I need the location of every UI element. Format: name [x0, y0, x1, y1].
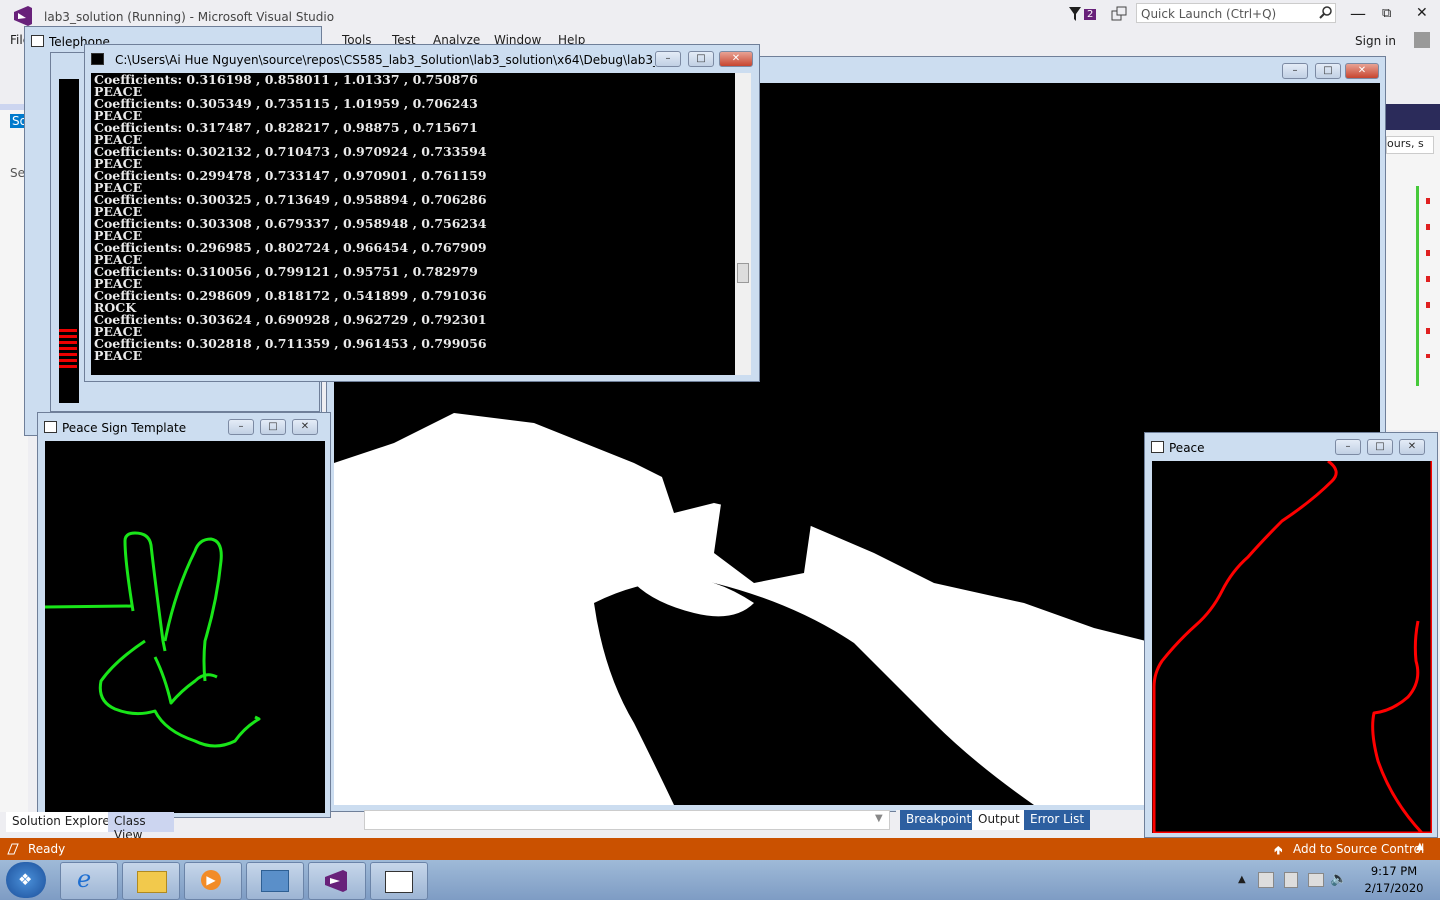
close-button[interactable]: ✕: [719, 51, 753, 67]
diagnostic-tools-panel: ours, s: [1380, 130, 1440, 430]
console-line: Coefficients: 0.303624 , 0.690928 , 0.96…: [94, 312, 487, 327]
console-line: Coefficients: 0.302818 , 0.711359 , 0.96…: [94, 336, 487, 351]
media-player-button[interactable]: ▶: [184, 862, 242, 900]
diagnostics-dropdown[interactable]: ours, s: [1386, 136, 1434, 154]
tab-breakpoints[interactable]: Breakpoints: [900, 810, 984, 830]
filter-icon[interactable]: [1068, 6, 1082, 22]
clock[interactable]: 9:17 PM 2/17/2020: [1356, 864, 1432, 898]
console-text: Coefficients: 0.316198 , 0.858011 , 1.01…: [94, 74, 734, 374]
control-panel-button[interactable]: [246, 862, 304, 900]
minimize-button[interactable]: –: [1335, 439, 1361, 455]
console-line: Coefficients: 0.302132 , 0.710473 , 0.97…: [94, 144, 487, 159]
maximize-button[interactable]: □: [1315, 63, 1341, 79]
maximize-button[interactable]: □: [1367, 439, 1393, 455]
visual-studio-icon: [325, 870, 347, 892]
window-icon: [385, 871, 413, 893]
peace-contour-image: [1152, 461, 1432, 833]
template-contour-image: [45, 441, 325, 813]
feedback-icon[interactable]: [1111, 6, 1127, 22]
minimize-button[interactable]: –: [655, 51, 681, 67]
internet-explorer-button[interactable]: e: [60, 862, 118, 900]
clock-time: 9:17 PM: [1370, 864, 1418, 878]
search-icon[interactable]: [1319, 6, 1333, 20]
visual-studio-taskbar-button[interactable]: [308, 862, 366, 900]
console-line: Coefficients: 0.305349 , 0.735115 , 1.01…: [94, 96, 478, 111]
window-icon: [44, 421, 57, 433]
console-line: Coefficients: 0.310056 , 0.799121 , 0.95…: [94, 264, 478, 279]
console-title: C:\Users\Ai Hue Nguyen\source\repos\CS58…: [115, 53, 655, 67]
sign-in-link[interactable]: Sign in: [1355, 34, 1396, 48]
tab-solution-explorer[interactable]: Solution Explorer: [6, 812, 121, 832]
file-explorer-button[interactable]: [122, 862, 180, 900]
peace-result-window: Peace – □ ✕: [1144, 432, 1438, 838]
window-icon: [31, 35, 44, 47]
minimize-button[interactable]: –: [228, 419, 254, 435]
scrollbar-thumb[interactable]: [737, 263, 749, 283]
add-to-source-control[interactable]: Add to Source Control: [1293, 842, 1424, 856]
network-icon[interactable]: [1308, 873, 1324, 887]
window-title: lab3_solution (Running) - Microsoft Visu…: [44, 10, 335, 24]
tab-output[interactable]: Output: [972, 810, 1026, 830]
console-line: PEACE: [94, 348, 143, 363]
console-icon: [91, 53, 104, 65]
close-button[interactable]: ✕: [1399, 439, 1425, 455]
clock-date: 2/17/2020: [1364, 881, 1424, 895]
close-button[interactable]: ✕: [1416, 5, 1428, 21]
ie-icon: e: [77, 865, 92, 893]
console-line: Coefficients: 0.296985 , 0.802724 , 0.96…: [94, 240, 487, 255]
play-icon: ▶: [201, 870, 221, 890]
folder-icon: [137, 871, 167, 893]
restore-button[interactable]: ⧉: [1382, 6, 1391, 21]
quick-launch-input[interactable]: Quick Launch (Ctrl+Q): [1136, 3, 1336, 23]
show-hidden-icons-icon[interactable]: ▲: [1238, 874, 1246, 885]
console-taskbar-button[interactable]: [370, 862, 428, 900]
power-icon[interactable]: [1284, 872, 1298, 888]
console-line: Coefficients: 0.299478 , 0.733147 , 0.97…: [94, 168, 487, 183]
editor-tab-strip: [1380, 104, 1440, 130]
cpu-graph: [1416, 186, 1419, 386]
close-button[interactable]: ✕: [1345, 63, 1379, 79]
console-line: Coefficients: 0.317487 , 0.828217 , 0.98…: [94, 120, 478, 135]
action-center-icon[interactable]: [1258, 872, 1274, 888]
console-line: Coefficients: 0.303308 , 0.679337 , 0.95…: [94, 216, 487, 231]
tab-class-view[interactable]: Class View: [108, 812, 174, 842]
peace-template-window: Peace Sign Template – □ ✕: [37, 412, 331, 818]
window-title: Peace Sign Template: [62, 421, 187, 435]
close-button[interactable]: ✕: [292, 419, 318, 435]
console-line: Coefficients: 0.300325 , 0.713649 , 0.95…: [94, 192, 487, 207]
output-tabs: Breakpoints Output Error List: [896, 810, 1144, 830]
console-line: Coefficients: 0.298609 , 0.818172 , 0.54…: [94, 288, 487, 303]
ready-icon: [7, 843, 19, 855]
status-text: Ready: [28, 842, 66, 856]
maximize-button[interactable]: □: [260, 419, 286, 435]
tab-error-list[interactable]: Error List: [1024, 810, 1091, 830]
caret-up-icon: ▲: [1416, 841, 1424, 852]
notification-badge[interactable]: 2: [1084, 9, 1097, 20]
start-button[interactable]: ❖: [6, 862, 46, 898]
console-line: Coefficients: 0.316198 , 0.858011 , 1.01…: [94, 74, 478, 87]
bottom-left-tabs: Solution Explorer Class View: [0, 812, 174, 842]
event-markers: [1426, 198, 1430, 358]
minimize-button[interactable]: —: [1350, 4, 1366, 23]
window-icon: [1151, 441, 1164, 453]
arrow-up-icon: 🢁: [1274, 843, 1283, 857]
avatar[interactable]: [1414, 32, 1430, 48]
control-panel-icon: [261, 870, 289, 892]
output-source-select[interactable]: ▼: [364, 810, 890, 830]
maximize-button[interactable]: □: [688, 51, 714, 67]
search-solution-input[interactable]: Se: [10, 166, 25, 180]
console-scrollbar[interactable]: [735, 73, 751, 375]
visual-studio-logo-icon: [14, 6, 32, 26]
minimize-button[interactable]: –: [1282, 63, 1308, 79]
red-contour-fragment: [59, 329, 77, 369]
windows-logo-icon: ❖: [18, 870, 33, 889]
volume-icon[interactable]: 🔈: [1330, 871, 1347, 887]
window-title: Peace: [1169, 441, 1205, 455]
status-bar: Ready 🢁 Add to Source Control ▲: [0, 838, 1440, 860]
chevron-down-icon: ▼: [875, 813, 883, 824]
